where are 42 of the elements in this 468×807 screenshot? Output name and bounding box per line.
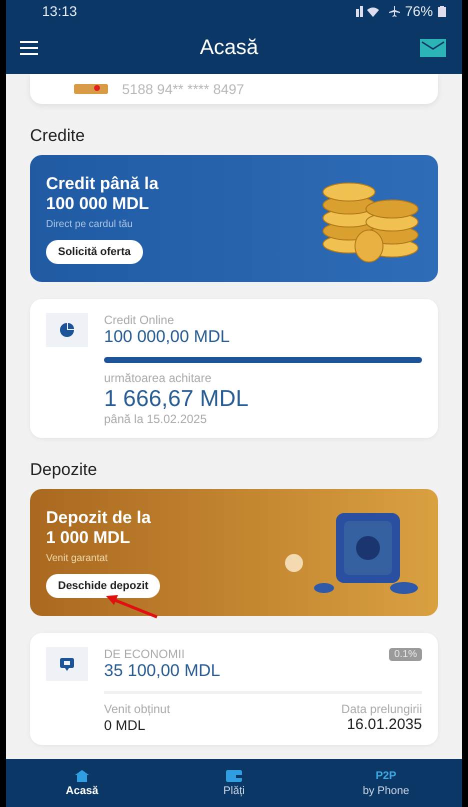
due-date: până la 15.02.2025 [104,412,208,426]
income-value: 0 MDL [104,716,146,732]
battery-level: 76% [404,3,433,19]
status-time: 13:13 [42,3,78,19]
mail-icon[interactable] [420,39,446,57]
card-number: 5188 94** **** 8497 [122,81,244,97]
deposit-amount: 35 100,00 MDL [104,661,222,681]
nav-tab[interactable]: Plăți [158,759,310,807]
section-heading: Depozite [30,460,98,480]
promo-subtitle: Direct pe cardul tău [46,218,133,230]
promo-title: Depozit de la 1 000 MDL [46,508,151,548]
chat-bubble-icon [60,658,74,670]
airplane-icon [388,6,400,16]
next-payment-label: următoarea achitare [104,371,212,385]
renewal-date-label: Data prelungirii [341,702,422,716]
nav-label: by Phone [362,784,410,796]
interest-rate: 0.1% [389,648,422,660]
nav-label: Acasă [66,784,98,796]
home-icon [75,770,89,782]
income-label: Venit obținut [104,702,170,716]
renewal-date: 16.01.2035 [346,716,422,733]
menu-icon[interactable] [20,41,38,55]
wallet-icon [226,770,242,782]
deposit-name: DE ECONOMII [104,647,185,661]
bank-card-icon [74,84,108,94]
page-title: Acasă [200,36,258,60]
next-payment-amount: 1 666,67 MDL [104,385,250,412]
loan-amount: 100 000,00 MDL [104,327,231,347]
request-offer-button[interactable]: Solicită oferta [46,240,143,264]
promo-title: Credit până la 100 000 MDL [46,174,158,214]
open-deposit-button[interactable]: Deschide depozit [46,574,160,598]
section-heading: Credite [30,126,86,146]
pie-chart-icon [60,323,74,337]
battery-icon [438,6,446,16]
nav-label: Plăți [223,784,245,796]
nav-tab[interactable]: Acasă [6,759,158,807]
loan-name: Credit Online [104,313,176,327]
deposit-card[interactable]: DE ECONOMII 0.1% 35 100,00 MDL Venit obținut Data prelungirii 0 MDL 16.01.2035 [30,633,438,745]
loan-card[interactable]: Credit Online 100 000,00 MDL următoarea achitare 1 666,67 MDL până la 15.02.2025 [30,299,438,438]
promo-subtitle: Venit garantat [46,552,108,564]
p2p-label: P2P [376,770,396,782]
nav-tab[interactable]: P2P by Phone [310,759,462,807]
